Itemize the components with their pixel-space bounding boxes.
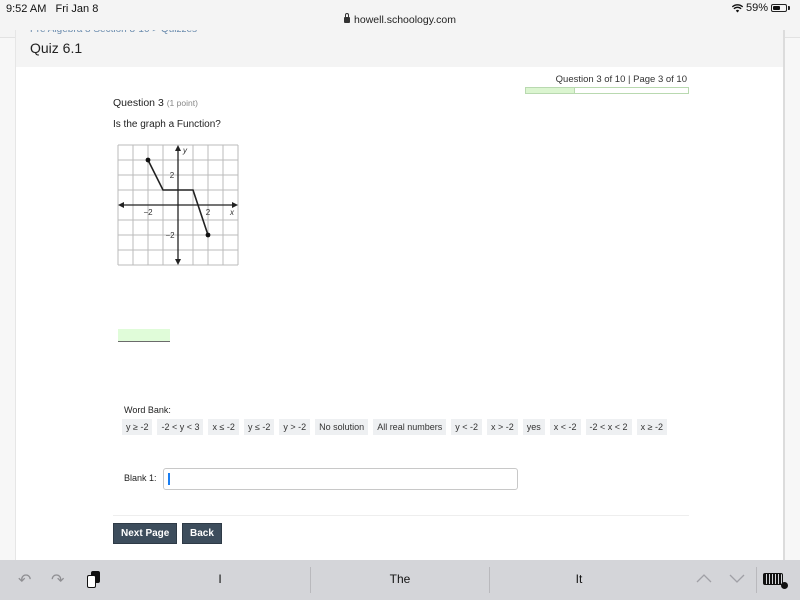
y-axis-arrow-down: [175, 259, 181, 265]
blank-1-label: Blank 1:: [124, 473, 157, 483]
battery-icon: [771, 4, 787, 12]
undo-icon[interactable]: ↶: [18, 570, 31, 590]
url-text: howell.schoology.com: [354, 14, 456, 26]
question-heading: Question 3 (1 point): [113, 97, 198, 109]
blank-1-input[interactable]: [163, 468, 518, 490]
word-bank-item[interactable]: x < -2: [549, 419, 581, 435]
wifi-icon: [731, 3, 743, 12]
back-button[interactable]: Back: [182, 523, 222, 544]
lock-icon: [344, 13, 351, 23]
keyboard-icon[interactable]: [763, 573, 788, 589]
y-axis-arrow-up: [175, 145, 181, 151]
progress-fill: [526, 88, 575, 93]
word-bank-item[interactable]: y < -2: [451, 419, 482, 435]
next-page-button[interactable]: Next Page: [113, 523, 178, 544]
y-axis-label: y: [182, 146, 188, 155]
y-tick-label: 2: [170, 171, 175, 180]
chevron-down-icon[interactable]: [729, 574, 745, 583]
text-cursor: [168, 473, 170, 485]
x-tick-label: −2: [143, 208, 153, 217]
x-axis-arrow-left: [118, 202, 124, 208]
word-bank-item[interactable]: x > -2: [486, 419, 518, 435]
separator: [756, 567, 757, 593]
divider: [113, 515, 689, 516]
x-tick-label: 2: [206, 208, 211, 217]
battery-tip: [788, 6, 790, 10]
progress-bar: [525, 87, 689, 94]
suggestion-1[interactable]: I: [130, 572, 310, 586]
word-bank-item[interactable]: x ≤ -2: [208, 419, 239, 435]
question-number: Question 3: [113, 97, 164, 109]
y-tick-label: −2: [165, 231, 175, 240]
word-bank: y ≥ -2 -2 < y < 3x ≤ -2 y ≤ -2 y > -2 No sol…: [122, 419, 668, 435]
suggestion-3[interactable]: It: [490, 572, 668, 586]
battery-percent: 59%: [745, 2, 768, 14]
page-title: Quiz 6.1: [30, 40, 83, 56]
endpoint-dot: [205, 232, 211, 238]
endpoint-dot: [145, 157, 151, 163]
word-bank-item[interactable]: yes: [522, 419, 545, 435]
question-text: Is the graph a Function?: [113, 119, 221, 130]
address-bar[interactable]: howell.schoology.com: [0, 13, 800, 26]
keyboard-shortcut-bar: ↶ ↷ I The It: [0, 560, 800, 600]
progress-label: Question 3 of 10 | Page 3 of 10: [555, 74, 687, 85]
word-bank-item[interactable]: y > -2: [279, 419, 311, 435]
x-axis-label: x: [229, 208, 235, 217]
quiz-page: Pre Algebra 8 Section 8-10 > Quizzes Qui…: [15, 30, 785, 560]
paste-icon[interactable]: [87, 571, 100, 588]
status-right: 59%: [731, 2, 790, 14]
function-graph: −2 2 2 −2 x y: [117, 144, 239, 266]
word-bank-item[interactable]: -2 < x < 2: [585, 419, 632, 435]
suggestion-2[interactable]: The: [311, 572, 489, 586]
redo-icon[interactable]: ↷: [51, 570, 64, 590]
word-bank-item[interactable]: y ≤ -2: [243, 419, 275, 435]
word-bank-item[interactable]: -2 < y < 3: [157, 419, 204, 435]
question-points: (1 point): [166, 98, 198, 108]
chevron-up-icon[interactable]: [696, 574, 712, 583]
breadcrumb[interactable]: Pre Algebra 8 Section 8-10 > Quizzes: [30, 30, 197, 35]
word-bank-item[interactable]: x ≥ -2: [636, 419, 668, 435]
word-bank-item[interactable]: No solution: [315, 419, 369, 435]
word-bank-item[interactable]: y ≥ -2: [122, 419, 153, 435]
word-bank-label: Word Bank:: [124, 405, 171, 415]
word-bank-item[interactable]: All real numbers: [373, 419, 447, 435]
answer-blank-1[interactable]: [118, 329, 170, 342]
page-header: Pre Algebra 8 Section 8-10 > Quizzes Qui…: [16, 30, 783, 67]
